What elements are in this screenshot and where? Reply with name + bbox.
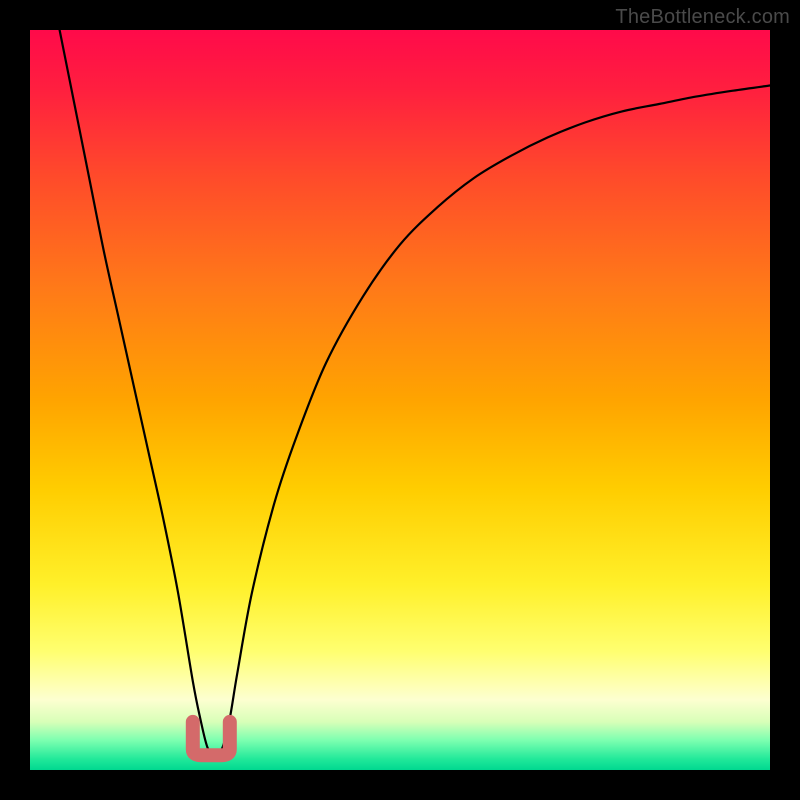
chart-frame: TheBottleneck.com bbox=[0, 0, 800, 800]
chart-svg bbox=[30, 30, 770, 770]
plot-area bbox=[30, 30, 770, 770]
minimum-marker bbox=[193, 722, 230, 755]
watermark-text: TheBottleneck.com bbox=[615, 6, 790, 29]
bottleneck-curve bbox=[60, 30, 770, 755]
